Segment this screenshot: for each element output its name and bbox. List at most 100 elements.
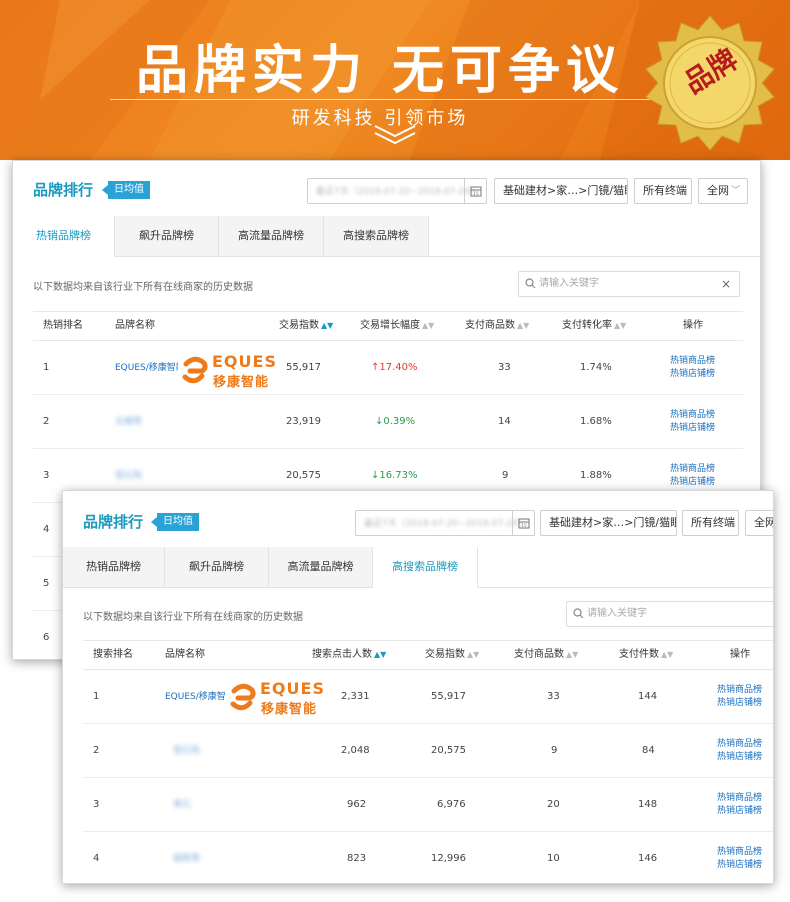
hot-goods-link[interactable]: 热销商品榜 xyxy=(670,409,715,422)
panel-title: 品牌排行 xyxy=(33,181,94,199)
brand-link[interactable]: EQUES/移康智能 xyxy=(115,341,185,395)
col-brand: 品牌名称 xyxy=(165,649,205,660)
date-range-text: 最近7天（2018-07-20~2018-07-26） xyxy=(364,519,527,529)
brand-link[interactable]: 猫眼等 xyxy=(173,832,200,883)
row-actions: 热销商品榜 热销店铺榜 xyxy=(670,409,715,435)
hot-shops-link[interactable]: 热销店铺榜 xyxy=(670,476,715,489)
tab-rising[interactable]: 飙升品牌榜 xyxy=(165,547,269,588)
category-select[interactable]: 基础建材>家…>门镜/猫眼 ﹀ xyxy=(494,178,628,204)
rank-cell: 1 xyxy=(43,362,50,373)
col-growth[interactable]: 交易增长幅度 ▲▼ xyxy=(360,312,434,340)
brand-link[interactable]: 黄石 xyxy=(173,778,191,832)
search-clicks-cell: 823 xyxy=(347,853,367,864)
search-icon xyxy=(573,608,584,619)
tab-rising[interactable]: 飙升品牌榜 xyxy=(115,216,219,257)
col-search-clicks[interactable]: 搜索点击人数 ▲▼ xyxy=(312,641,386,669)
brand-link[interactable]: EQUES/移康智能 xyxy=(165,670,235,724)
trade-index-cell: 55,917 xyxy=(286,362,321,373)
keyword-search[interactable]: 请输入关键字 × xyxy=(518,271,740,297)
date-range-picker[interactable]: 最近7天（2018-07-20~2018-07-26） 15 xyxy=(355,510,535,536)
sort-icon: ▲▼ xyxy=(566,650,579,659)
hot-goods-link[interactable]: 热销商品榜 xyxy=(670,355,715,368)
calendar-icon[interactable]: 15 xyxy=(464,179,486,203)
col-paid-goods[interactable]: 支付商品数 ▲▼ xyxy=(465,312,529,340)
hot-goods-link[interactable]: 热销商品榜 xyxy=(717,738,762,751)
table-header: 搜索排名 品牌名称 搜索点击人数 ▲▼ 交易指数 ▲▼ 支付商品数 ▲▼ 支付件数 ▲▼… xyxy=(83,640,773,670)
hot-goods-link[interactable]: 热销商品榜 xyxy=(717,792,762,805)
search-clicks-cell: 2,331 xyxy=(341,691,370,702)
date-range-text: 最近7天（2018-07-20~2018-07-26） xyxy=(316,187,479,197)
hot-goods-link[interactable]: 热销商品榜 xyxy=(717,684,762,697)
date-range-picker[interactable]: 最近7天（2018-07-20~2018-07-26） 15 xyxy=(307,178,487,204)
hot-shops-link[interactable]: 热销店铺榜 xyxy=(670,368,715,381)
eques-logo-cn: 移康智能 xyxy=(213,375,270,390)
hot-goods-link[interactable]: 热销商品榜 xyxy=(717,846,762,859)
rank-cell: 5 xyxy=(43,578,50,589)
search-input[interactable]: 请输入关键字 xyxy=(587,608,647,619)
col-trade-index[interactable]: 交易指数 ▲▼ xyxy=(279,312,333,340)
row-actions: 热销商品榜 热销店铺榜 xyxy=(717,846,762,872)
panel-title: 品牌排行 xyxy=(83,513,144,531)
search-input[interactable]: 请输入关键字 xyxy=(539,278,599,289)
row-actions: 热销商品榜 热销店铺榜 xyxy=(717,792,762,818)
close-icon[interactable]: × xyxy=(721,272,731,296)
tab-hot-sales[interactable]: 热销品牌榜 xyxy=(13,216,115,257)
brand-link[interactable]: 云瞳等 xyxy=(115,395,142,449)
tab-hot-sales[interactable]: 热销品牌榜 xyxy=(63,547,165,588)
col-trade-index[interactable]: 交易指数 ▲▼ xyxy=(425,641,479,669)
rank-cell: 2 xyxy=(43,416,50,427)
table-row: 2 云瞳等 23,919 ↓0.39% 14 1.68% 热销商品榜 热销店铺榜 xyxy=(33,395,743,449)
rank-cell: 3 xyxy=(93,799,100,810)
eques-logo-cn: 移康智能 xyxy=(261,702,318,717)
network-select[interactable]: 全网 ﹀ xyxy=(698,178,748,204)
banner-divider xyxy=(110,99,670,100)
hot-shops-link[interactable]: 热销店铺榜 xyxy=(717,697,762,710)
row-actions: 热销商品榜 热销店铺榜 xyxy=(717,738,762,764)
growth-cell: ↓0.39% xyxy=(375,416,416,427)
rank-cell: 3 xyxy=(43,470,50,481)
eques-logo-en: EQUES xyxy=(212,352,277,371)
tab-high-traffic[interactable]: 高流量品牌榜 xyxy=(269,547,373,588)
terminal-select[interactable]: 所有终端 ﹀ xyxy=(682,510,739,536)
paid-goods-cell: 20 xyxy=(547,799,560,810)
paid-goods-cell: 33 xyxy=(498,362,511,373)
conversion-cell: 1.68% xyxy=(580,416,612,427)
tab-high-traffic[interactable]: 高流量品牌榜 xyxy=(219,216,324,257)
table-header: 热销排名 品牌名称 交易指数 ▲▼ 交易增长幅度 ▲▼ 支付商品数 ▲▼ 支付转化率 ▲… xyxy=(33,311,743,341)
paid-pieces-cell: 146 xyxy=(638,853,658,864)
conversion-cell: 1.74% xyxy=(580,362,612,373)
col-paid-pieces[interactable]: 支付件数 ▲▼ xyxy=(619,641,673,669)
table-row: 3 黄石 962 6,976 20 148 热销商品榜 热销店铺榜 xyxy=(83,778,773,832)
table-row: 1 EQUES/移康智能 2,331 55,917 33 144 热销商品榜 热… xyxy=(83,670,773,724)
chevron-down-icon: ﹀ xyxy=(674,186,684,196)
category-select[interactable]: 基础建材>家…>门镜/猫眼 ﹀ xyxy=(540,510,677,536)
tab-high-search[interactable]: 高搜索品牌榜 xyxy=(373,547,478,588)
daily-average-badge: 日均值 xyxy=(151,513,199,531)
col-conversion[interactable]: 支付转化率 ▲▼ xyxy=(562,312,626,340)
eques-logo: EQUES 移康智能 xyxy=(226,678,326,717)
ranking-tabs: 热销品牌榜 飙升品牌榜 高流量品牌榜 高搜索品牌榜 xyxy=(13,216,760,257)
keyword-search[interactable]: 请输入关键字 xyxy=(566,601,773,627)
search-clicks-cell: 2,048 xyxy=(341,745,370,756)
sort-icon: ▲▼ xyxy=(517,321,530,330)
brand-link[interactable]: 萤石购 xyxy=(173,724,200,778)
trade-index-cell: 12,996 xyxy=(431,853,466,864)
terminal-select[interactable]: 所有终端 ﹀ xyxy=(634,178,692,204)
col-paid-goods[interactable]: 支付商品数 ▲▼ xyxy=(514,641,578,669)
row-actions: 热销商品榜 热销店铺榜 xyxy=(717,684,762,710)
rank-cell: 2 xyxy=(93,745,100,756)
sort-icon: ▲▼ xyxy=(422,321,435,330)
search-icon xyxy=(525,278,536,289)
hot-shops-link[interactable]: 热销店铺榜 xyxy=(717,751,762,764)
hot-goods-link[interactable]: 热销商品榜 xyxy=(670,463,715,476)
hot-shops-link[interactable]: 热销店铺榜 xyxy=(717,859,762,872)
trade-index-cell: 6,976 xyxy=(437,799,466,810)
hot-shops-link[interactable]: 热销店铺榜 xyxy=(717,805,762,818)
trade-index-cell: 23,919 xyxy=(286,416,321,427)
table-row: 1 EQUES/移康智能 55,917 ↑17.40% 33 1.74% 热销商… xyxy=(33,341,743,395)
network-select[interactable]: 全网 xyxy=(745,510,773,536)
hot-shops-link[interactable]: 热销店铺榜 xyxy=(670,422,715,435)
ranking-tabs: 热销品牌榜 飙升品牌榜 高流量品牌榜 高搜索品牌榜 xyxy=(63,547,773,588)
tab-high-search[interactable]: 高搜索品牌榜 xyxy=(324,216,429,257)
calendar-icon[interactable]: 15 xyxy=(512,511,534,535)
